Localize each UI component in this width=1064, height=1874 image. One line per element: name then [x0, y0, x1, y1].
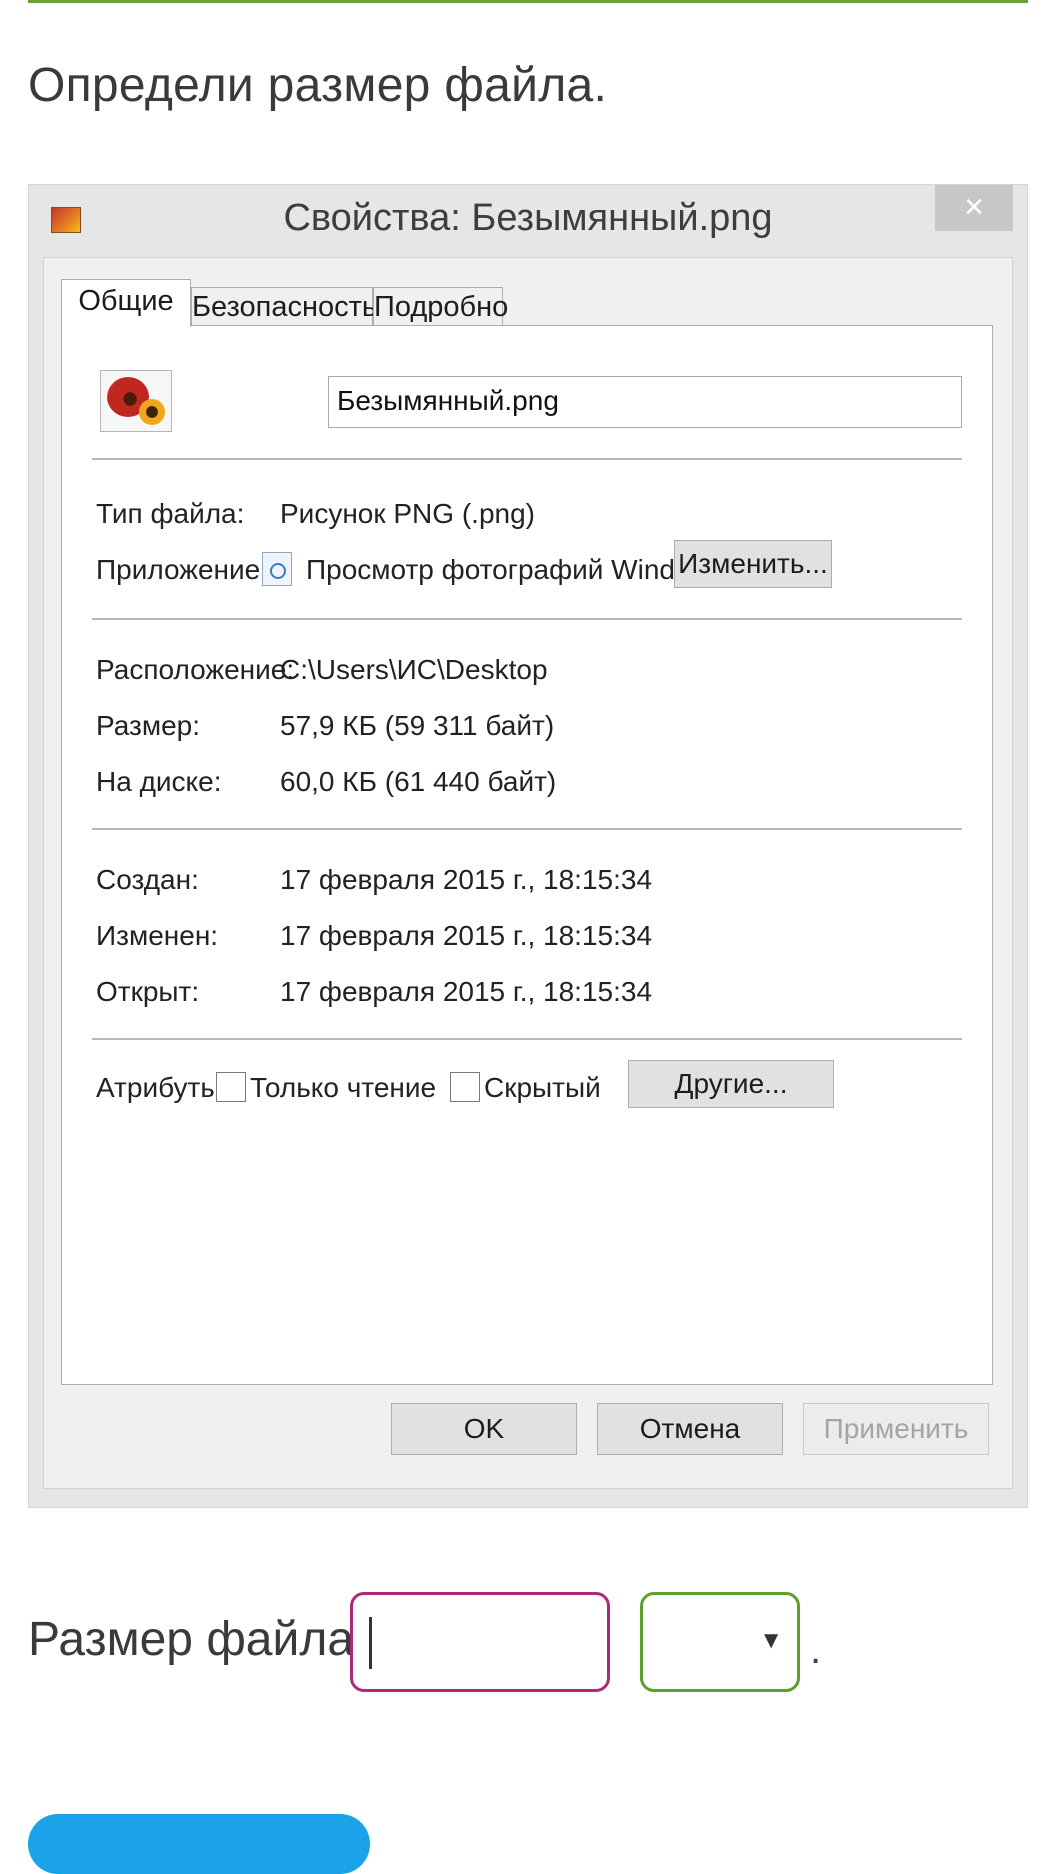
- answer-label: Размер файла:: [28, 1613, 368, 1666]
- separator: [92, 618, 962, 620]
- size-value: 57,9 КБ (59 311 байт): [280, 710, 555, 741]
- top-divider: [28, 0, 1028, 3]
- cancel-button[interactable]: Отмена: [597, 1403, 783, 1455]
- sentence-period: .: [810, 1628, 822, 1672]
- chevron-down-icon: ▼: [759, 1627, 783, 1654]
- modified-value: 17 февраля 2015 г., 18:15:34: [280, 920, 653, 951]
- dialog-titlebar[interactable]: Свойства: Безымянный.png ×: [29, 185, 1027, 255]
- type-label: Тип файла:: [96, 498, 245, 529]
- disk-size-label: На диске:: [96, 766, 222, 797]
- sunflower-icon: [139, 399, 165, 425]
- opened-label: Открыт:: [96, 976, 200, 1007]
- tab-details[interactable]: Подробно: [373, 287, 508, 325]
- unit-select[interactable]: ▼: [640, 1592, 800, 1692]
- separator: [92, 458, 962, 460]
- type-value: Рисунок PNG (.png): [280, 498, 535, 529]
- location-value: C:\Users\ИС\Desktop: [280, 654, 548, 685]
- text-caret: [369, 1617, 372, 1669]
- disk-size-value: 60,0 КБ (61 440 байт): [280, 766, 557, 797]
- properties-dialog: Свойства: Безымянный.png × Общие Безопас…: [28, 184, 1028, 1508]
- app-value: Просмотр фотографий Windows: [306, 554, 725, 585]
- separator: [92, 828, 962, 830]
- dialog-title: Свойства: Безымянный.png: [283, 197, 773, 239]
- apply-button[interactable]: Применить: [803, 1403, 989, 1455]
- created-value: 17 февраля 2015 г., 18:15:34: [280, 864, 653, 895]
- submit-button[interactable]: [28, 1814, 370, 1874]
- hidden-label: Скрытый: [484, 1072, 601, 1103]
- ok-button[interactable]: OK: [391, 1403, 577, 1455]
- photo-viewer-icon: [262, 552, 292, 586]
- readonly-label: Только чтение: [250, 1072, 437, 1103]
- file-thumbnail-icon: [100, 370, 172, 432]
- opened-value: 17 февраля 2015 г., 18:15:34: [280, 976, 653, 1007]
- task-text: Определи размер файла.: [28, 59, 608, 112]
- app-label: Приложение:: [96, 554, 269, 585]
- change-app-button[interactable]: Изменить...: [674, 540, 832, 588]
- hidden-checkbox[interactable]: [450, 1072, 480, 1102]
- modified-label: Изменен:: [96, 920, 219, 951]
- file-size-input[interactable]: [350, 1592, 610, 1692]
- location-label: Расположение:: [96, 654, 295, 685]
- close-button[interactable]: ×: [935, 185, 1013, 231]
- general-panel: Безымянный.png Тип файла: Рисунок PNG (.…: [61, 325, 993, 1385]
- created-label: Создан:: [96, 864, 199, 895]
- file-name-field[interactable]: Безымянный.png: [328, 376, 962, 428]
- other-attributes-button[interactable]: Другие...: [628, 1060, 834, 1108]
- tab-security[interactable]: Безопасность: [191, 287, 377, 325]
- attributes-label: Атрибуты:: [96, 1072, 229, 1103]
- separator: [92, 1038, 962, 1040]
- readonly-checkbox[interactable]: [216, 1072, 246, 1102]
- tab-general[interactable]: Общие: [61, 279, 191, 327]
- size-label: Размер:: [96, 710, 201, 741]
